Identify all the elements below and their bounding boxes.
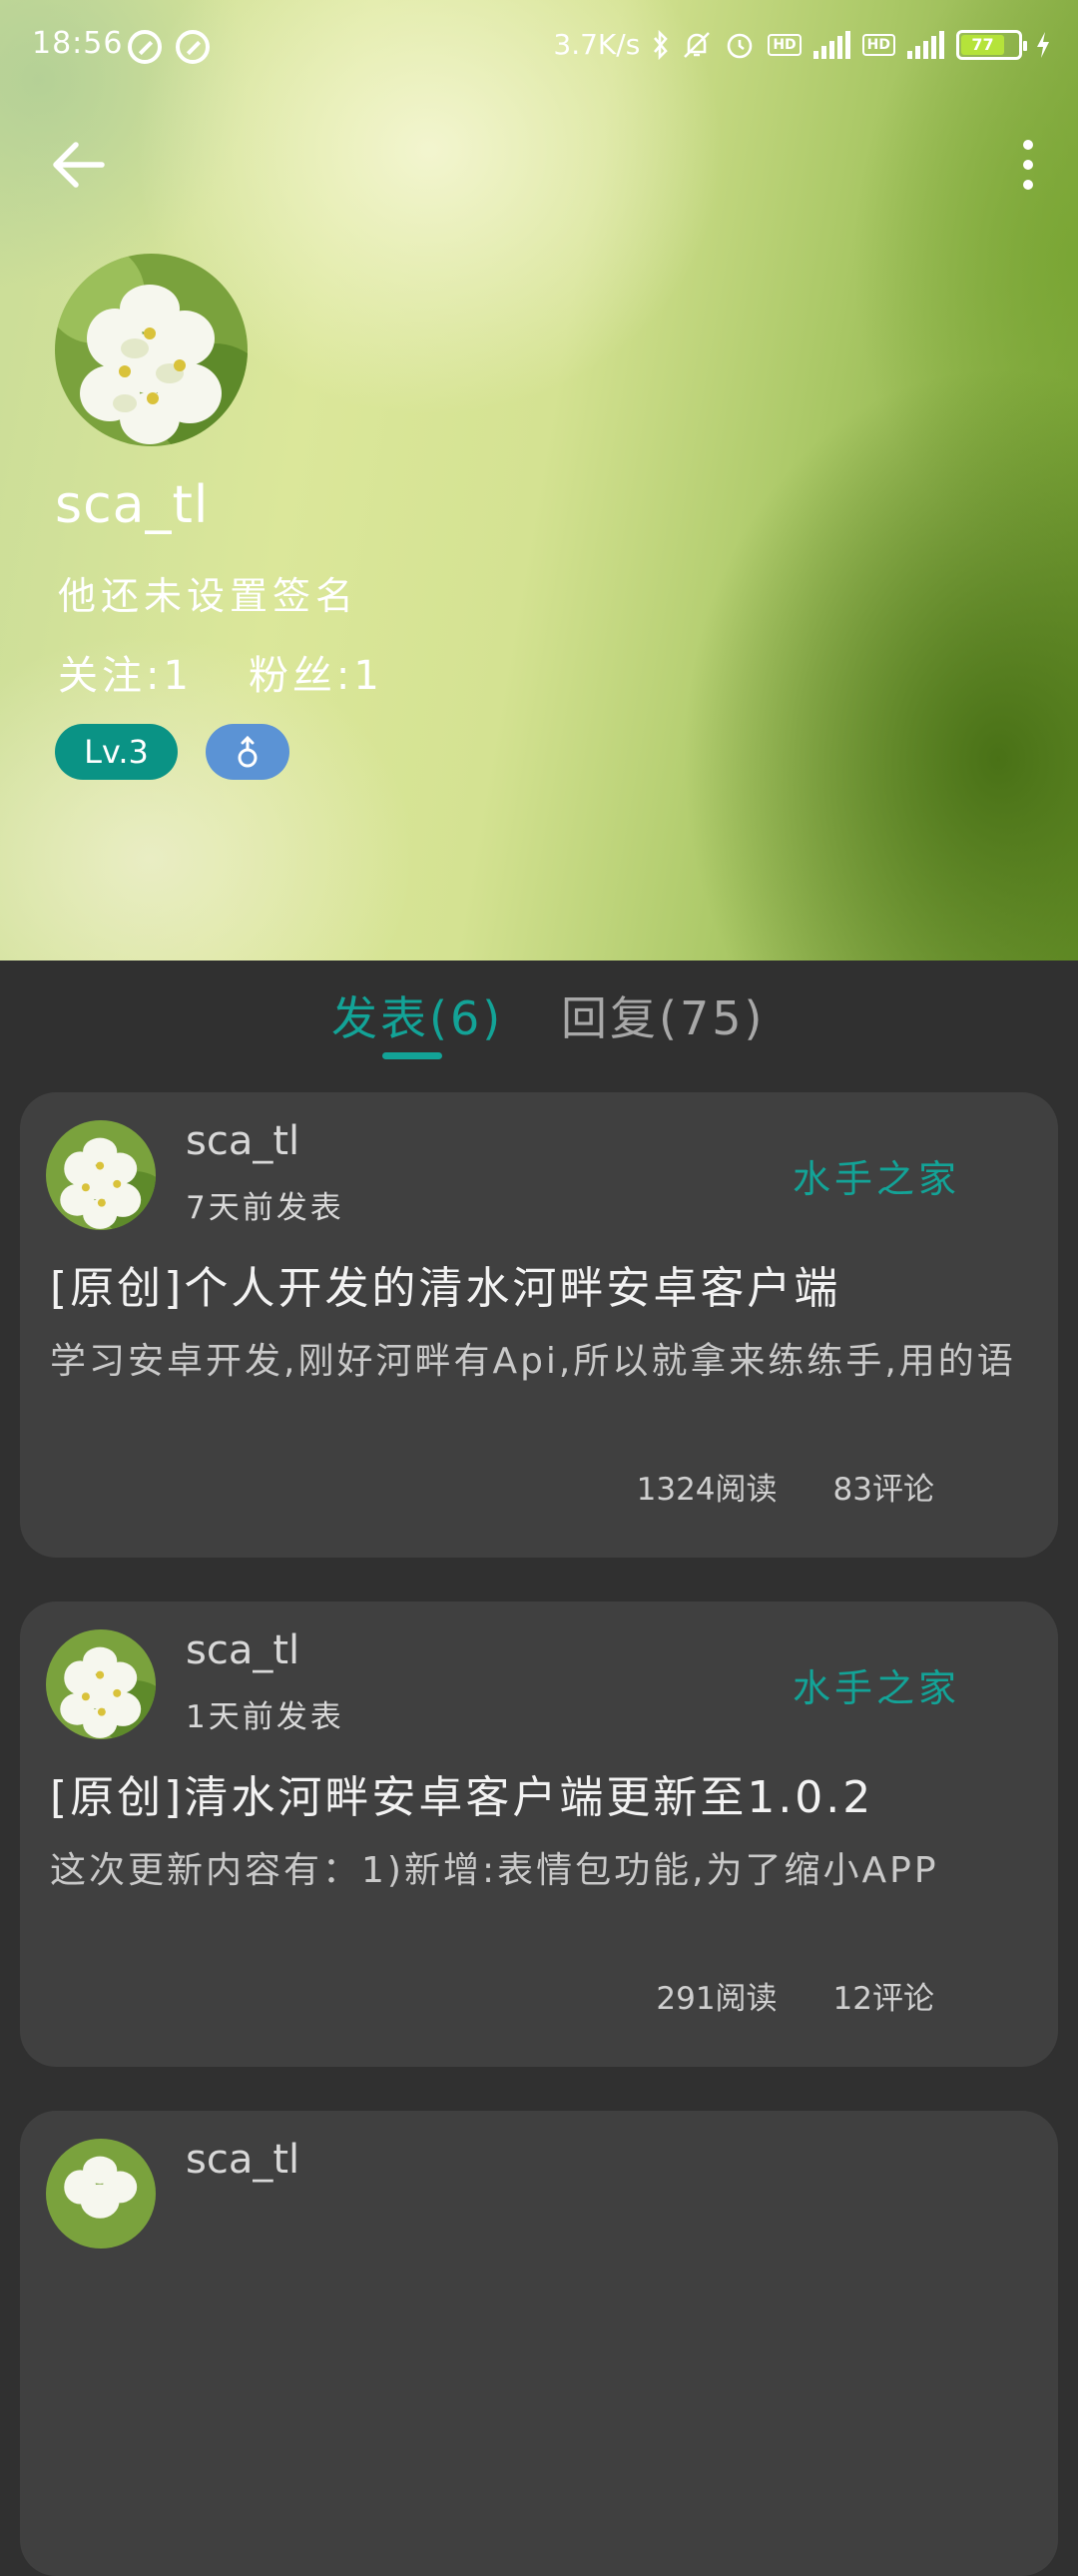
- more-vert-icon: [1023, 140, 1033, 150]
- post-author: sca_tl: [186, 1118, 300, 1164]
- notification-app-icon: [176, 30, 210, 64]
- post-excerpt: 这次更新内容有：1)新增:表情包功能,为了缩小APP: [50, 1850, 939, 1891]
- battery-level: 77: [961, 34, 1005, 55]
- tab-posts[interactable]: 发表(6): [331, 982, 503, 1048]
- post-card[interactable]: sca_tl 7天前发表 水手之家 [原创]个人开发的清水河畔安卓客户端 学习安…: [20, 1092, 1058, 1558]
- profile-header: 18:56 3.7K/s HD HD 77 sca_tl 他还未设置签名 关注:…: [0, 0, 1078, 961]
- mute-bell-icon: [684, 31, 711, 58]
- tab-indicator: [382, 1052, 442, 1059]
- user-avatar[interactable]: [55, 254, 248, 446]
- post-stats: 1324阅读 83评论: [637, 1464, 934, 1509]
- profile-badges: Lv.3: [55, 724, 289, 780]
- content-tabs: 发表(6) 回复(75): [0, 961, 1078, 1068]
- post-time: 7天前发表: [186, 1190, 344, 1226]
- notification-app-icon: [128, 30, 162, 64]
- flower-avatar-image: [46, 1120, 156, 1230]
- following-count[interactable]: 关注:1: [58, 643, 193, 701]
- status-bar: 18:56 3.7K/s HD HD 77: [0, 0, 1078, 92]
- profile-username: sca_tl: [55, 475, 210, 535]
- alarm-icon: [728, 33, 753, 58]
- followers-count[interactable]: 粉丝:1: [249, 643, 383, 701]
- post-title: [原创]清水河畔安卓客户端更新至1.0.2: [50, 1772, 874, 1823]
- more-options-button[interactable]: [1018, 140, 1038, 190]
- post-author: sca_tl: [186, 1627, 300, 1673]
- post-author-avatar[interactable]: [46, 1120, 156, 1230]
- post-comment-count: 12评论: [832, 1981, 934, 2017]
- status-app-icons: [128, 30, 210, 64]
- level-badge: Lv.3: [55, 724, 178, 780]
- post-card[interactable]: sca_tl 1天前发表 水手之家 [原创]清水河畔安卓客户端更新至1.0.2 …: [20, 1602, 1058, 2067]
- back-button[interactable]: [48, 140, 108, 190]
- signal-icon: [907, 30, 944, 59]
- post-author-avatar[interactable]: [46, 1629, 156, 1739]
- post-title: [原创]个人开发的清水河畔安卓客户端: [50, 1263, 841, 1314]
- post-stats: 291阅读 12评论: [656, 1973, 934, 2018]
- follow-stats: 关注:1 粉丝:1: [58, 643, 383, 701]
- arrow-left-icon: [53, 142, 105, 188]
- post-author-avatar[interactable]: [46, 2139, 156, 2249]
- charging-icon: [1037, 31, 1049, 58]
- profile-signature: 他还未设置签名: [58, 574, 359, 618]
- flower-avatar-image: [46, 1629, 156, 1739]
- tab-replies[interactable]: 回复(75): [561, 982, 765, 1048]
- flower-avatar-image: [55, 254, 248, 446]
- post-time: 1天前发表: [186, 1699, 344, 1735]
- flower-avatar-image: [46, 2139, 156, 2249]
- post-card[interactable]: sca_tl: [20, 2111, 1058, 2576]
- hd-icon: HD: [768, 33, 802, 56]
- post-author: sca_tl: [186, 2137, 300, 2183]
- post-read-count: 1324阅读: [636, 1472, 778, 1508]
- signal-icon: [812, 30, 850, 59]
- status-time: 18:56: [32, 26, 124, 61]
- gender-badge: [206, 724, 289, 780]
- bluetooth-icon: [654, 29, 669, 60]
- post-comment-count: 83评论: [832, 1472, 934, 1508]
- post-forum-link[interactable]: 水手之家: [793, 1657, 960, 1712]
- status-indicators: 3.7K/s HD HD 77: [553, 28, 1052, 61]
- post-read-count: 291阅读: [656, 1981, 778, 2017]
- post-forum-link[interactable]: 水手之家: [793, 1148, 960, 1203]
- post-excerpt: 学习安卓开发,刚好河畔有Api,所以就拿来练练手,用的语: [50, 1341, 1016, 1382]
- male-gender-icon: [238, 735, 258, 768]
- battery-icon: 77: [956, 29, 1027, 60]
- hd-icon: HD: [861, 33, 895, 56]
- network-speed: 3.7K/s: [553, 28, 641, 61]
